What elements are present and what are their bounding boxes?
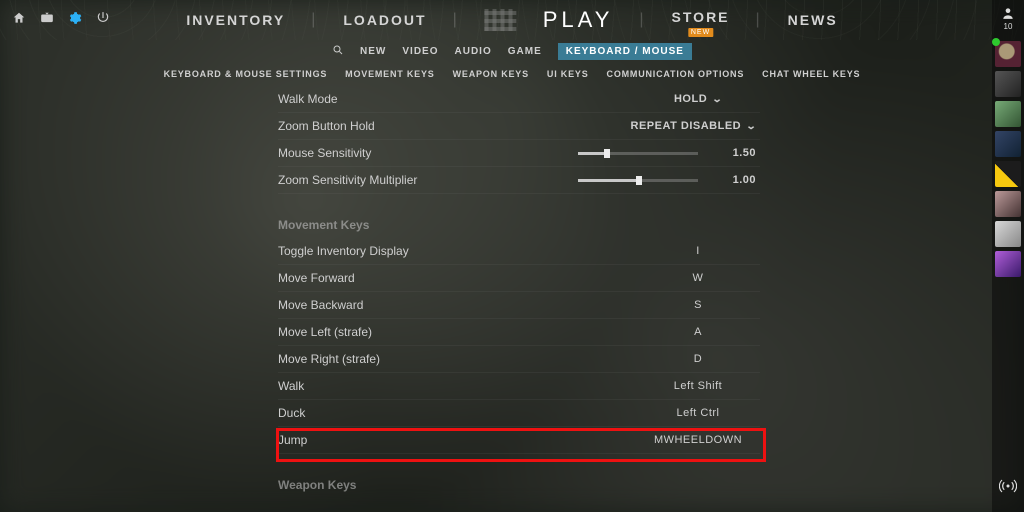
keyboard-tabs: KEYBOARD & MOUSE SETTINGS MOVEMENT KEYS … [0, 64, 1024, 84]
row-walk-mode[interactable]: Walk Mode HOLD ⌄ [278, 86, 760, 113]
tab-chat-wheel[interactable]: CHAT WHEEL KEYS [762, 69, 860, 79]
bind-move-right[interactable]: Move Right (strafe)D [278, 346, 760, 373]
bind-toggle-inventory[interactable]: Toggle Inventory DisplayI [278, 238, 760, 265]
main-nav: INVENTORY | LOADOUT | PLAY | STORE NEW |… [186, 7, 837, 33]
bind-duck[interactable]: DuckLeft Ctrl [278, 400, 760, 427]
bind-move-forward[interactable]: Move ForwardW [278, 265, 760, 292]
bind-jump[interactable]: JumpMWHEELDOWN [278, 427, 760, 454]
label: Mouse Sensitivity [278, 146, 578, 160]
tab-ui-keys[interactable]: UI KEYS [547, 69, 589, 79]
value: 1.50 [710, 147, 760, 159]
tab-movement-keys[interactable]: MOVEMENT KEYS [345, 69, 434, 79]
row-zoom-hold[interactable]: Zoom Button Hold REPEAT DISABLED ⌄ [278, 113, 760, 140]
label: Zoom Sensitivity Multiplier [278, 173, 578, 187]
nav-news[interactable]: NEWS [788, 12, 838, 28]
friend-avatar[interactable] [995, 251, 1021, 277]
settings-content: Walk Mode HOLD ⌄ Zoom Button Hold REPEAT … [260, 82, 760, 512]
subnav-new[interactable]: NEW [360, 46, 386, 57]
zoom-sens-slider[interactable] [578, 179, 698, 182]
tv-icon[interactable] [40, 11, 54, 30]
lock-pattern-icon [485, 9, 517, 31]
bind-walk[interactable]: WalkLeft Shift [278, 373, 760, 400]
friend-avatar[interactable] [995, 71, 1021, 97]
mouse-sens-slider[interactable] [578, 152, 698, 155]
label: Zoom Button Hold [278, 119, 375, 133]
broadcast-icon[interactable] [999, 477, 1017, 500]
search-icon[interactable] [332, 44, 344, 59]
nav-store[interactable]: STORE [672, 9, 730, 25]
value: REPEAT DISABLED [631, 120, 742, 132]
friend-avatar[interactable] [995, 101, 1021, 127]
store-new-badge: NEW [688, 28, 713, 37]
friend-avatar[interactable] [995, 221, 1021, 247]
nav-inventory[interactable]: INVENTORY [186, 12, 285, 28]
chevron-down-icon: ⌄ [746, 121, 758, 132]
gear-icon[interactable] [68, 11, 82, 30]
weapon-keys-header: Weapon Keys [278, 478, 760, 492]
chevron-down-icon: ⌄ [712, 94, 724, 105]
bind-move-backward[interactable]: Move BackwardS [278, 292, 760, 319]
profile-level[interactable]: 10 [1001, 6, 1015, 31]
friends-sidebar: 10 [992, 0, 1024, 512]
friend-avatar[interactable] [995, 161, 1021, 187]
tab-communication[interactable]: COMMUNICATION OPTIONS [607, 69, 745, 79]
label: Walk Mode [278, 92, 338, 106]
row-zoom-sens: Zoom Sensitivity Multiplier 1.00 [278, 167, 760, 194]
power-icon[interactable] [96, 11, 110, 30]
subnav-game[interactable]: GAME [508, 46, 542, 57]
top-bar: INVENTORY | LOADOUT | PLAY | STORE NEW |… [0, 0, 1024, 40]
value: 1.00 [710, 174, 760, 186]
movement-keys-header: Movement Keys [278, 218, 760, 232]
value: HOLD [674, 93, 707, 105]
nav-play[interactable]: PLAY [543, 7, 614, 33]
subnav-audio[interactable]: AUDIO [455, 46, 492, 57]
subnav-keyboard-mouse[interactable]: KEYBOARD / MOUSE [558, 43, 692, 60]
tab-weapon-keys[interactable]: WEAPON KEYS [453, 69, 529, 79]
bind-move-left[interactable]: Move Left (strafe)A [278, 319, 760, 346]
settings-subnav: NEW VIDEO AUDIO GAME KEYBOARD / MOUSE [0, 40, 1024, 62]
subnav-video[interactable]: VIDEO [402, 46, 438, 57]
row-mouse-sens: Mouse Sensitivity 1.50 [278, 140, 760, 167]
nav-loadout[interactable]: LOADOUT [343, 12, 426, 28]
online-dot-icon [992, 38, 1000, 46]
home-icon[interactable] [12, 11, 26, 30]
tab-km-settings[interactable]: KEYBOARD & MOUSE SETTINGS [164, 69, 328, 79]
friend-avatar[interactable] [995, 41, 1021, 67]
friend-avatar[interactable] [995, 191, 1021, 217]
friend-avatar[interactable] [995, 131, 1021, 157]
